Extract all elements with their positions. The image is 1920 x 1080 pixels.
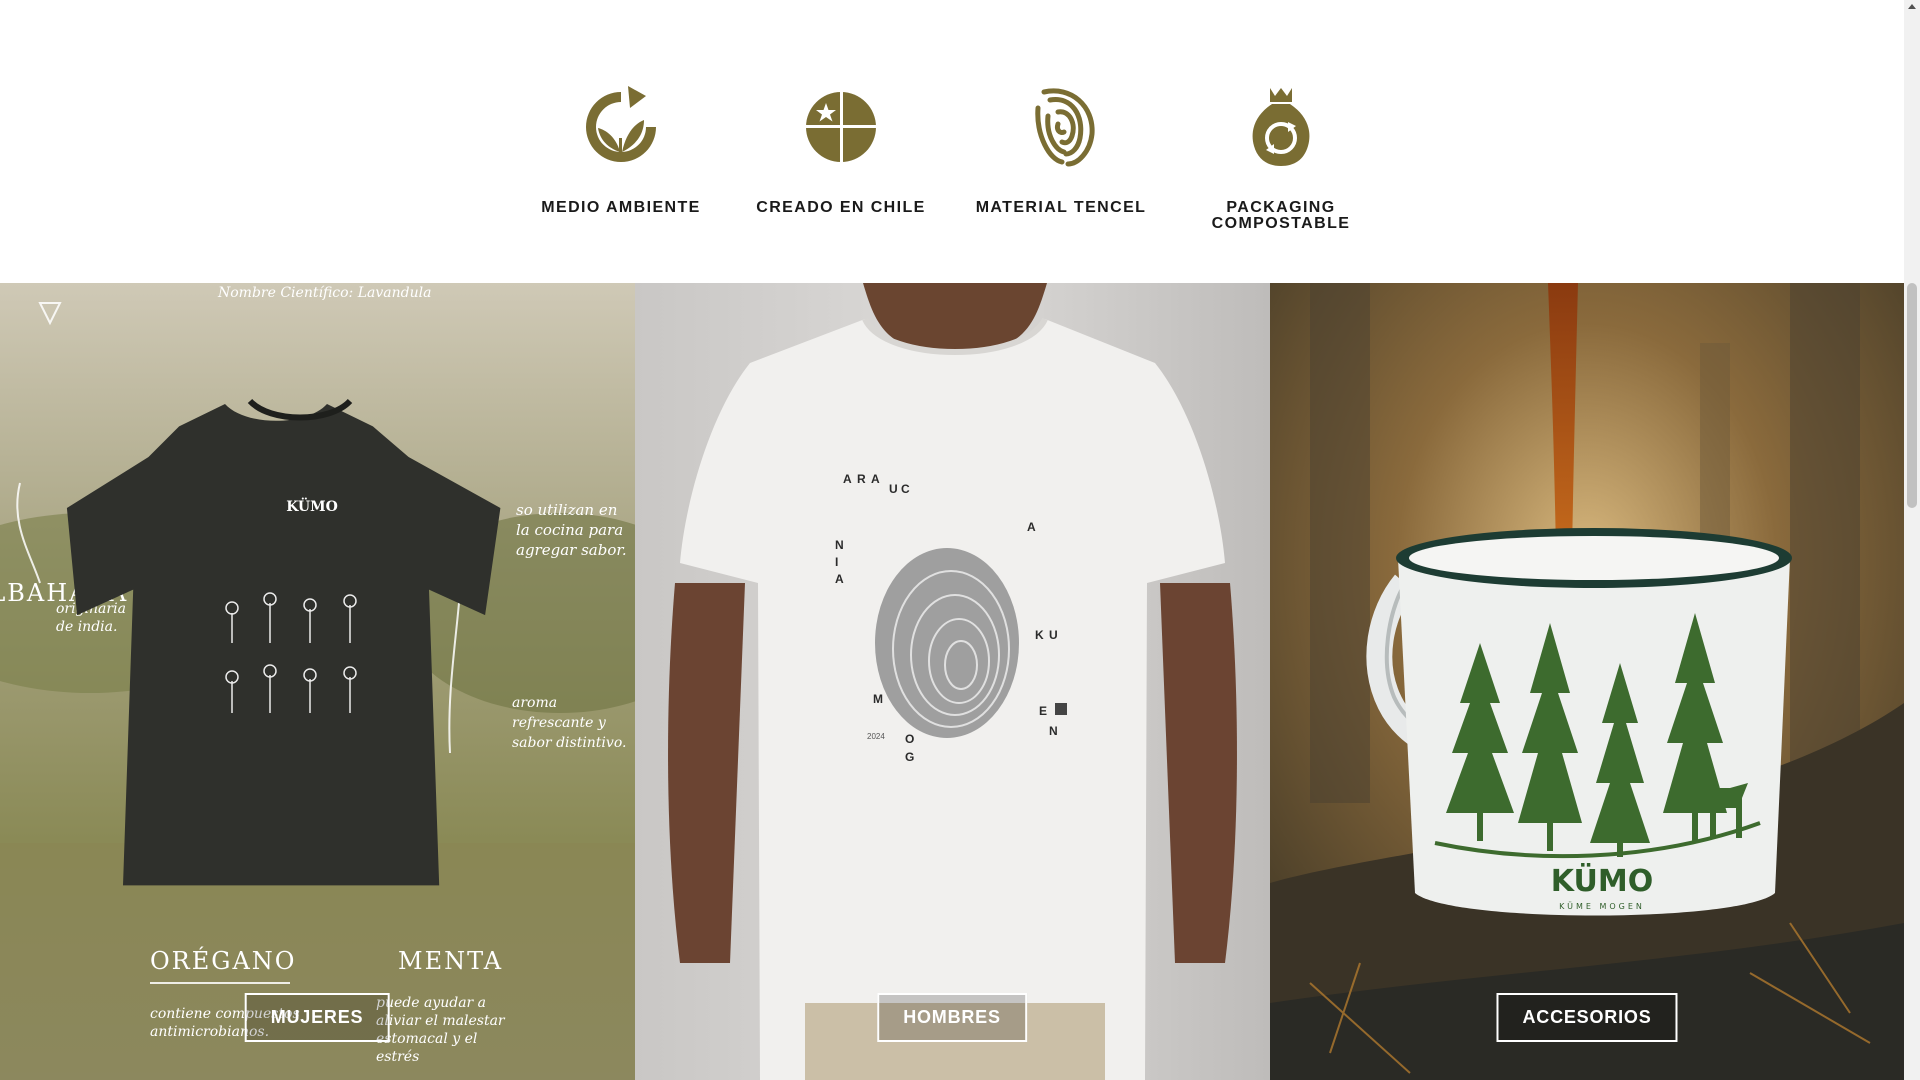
- feature-packaging-compostable: PACKAGING COMPOSTABLE: [1181, 82, 1381, 232]
- tree-letter-m: M: [873, 692, 883, 706]
- feature-label: PACKAGING COMPOSTABLE: [1211, 199, 1351, 232]
- herb-note-8: sabor distintivo.: [512, 735, 626, 751]
- herb-note-1: so utilizan en: [516, 501, 617, 519]
- herb-name-menta: MENTA: [398, 947, 503, 975]
- feature-material-tencel: MATERIAL TENCEL: [961, 82, 1161, 216]
- mug-tagline: KÜME MOGEN: [1559, 901, 1645, 911]
- tree-letter-n2: N: [1049, 724, 1058, 738]
- category-button-accesorios[interactable]: ACCESORIOS: [1496, 993, 1678, 1042]
- herb-note-7: refrescante y: [512, 715, 607, 731]
- feature-label: CREADO EN CHILE: [756, 199, 926, 216]
- category-grid: Nombre Científico: Lavandula so utilizan…: [0, 283, 1904, 1080]
- tree-letter-a3: A: [1027, 520, 1036, 534]
- mug-brand: KÜMO: [1551, 862, 1653, 899]
- tree-letter-e: E: [1039, 704, 1047, 718]
- category-button-mujeres[interactable]: MUJERES: [244, 993, 390, 1042]
- scrollbar-thumb[interactable]: [1907, 283, 1917, 508]
- feature-creado-en-chile: CREADO EN CHILE: [741, 82, 941, 216]
- tree-letter-c: C: [901, 482, 910, 496]
- category-button-hombres[interactable]: HOMBRES: [877, 993, 1027, 1042]
- compost-bag-icon: [1252, 88, 1310, 166]
- tree-letter-n: N: [835, 538, 844, 552]
- hombres-photo: A R A U C A N I A K U M O G E N 2024: [635, 283, 1270, 1080]
- chile-flag-icon: [806, 92, 876, 162]
- tree-letter-g: G: [905, 750, 914, 764]
- mujeres-photo: Nombre Científico: Lavandula so utilizan…: [0, 283, 635, 1080]
- herb-note-12: aliviar el malestar: [376, 1013, 506, 1029]
- herb-scientific-text: Nombre Científico: Lavandula: [217, 285, 431, 301]
- category-hombres[interactable]: A R A U C A N I A K U M O G E N 2024 HOM…: [635, 283, 1270, 1080]
- category-accesorios[interactable]: KÜMO KÜME MOGEN ACCESORIOS: [1270, 283, 1904, 1080]
- leaf-recycle-icon: [586, 86, 656, 162]
- tree-letter-a2: A: [871, 472, 880, 486]
- page-scrollbar[interactable]: [1904, 0, 1920, 1080]
- tree-letter-u: U: [889, 482, 898, 496]
- herb-note-14: estrés: [376, 1049, 419, 1065]
- tree-letter-k: K: [1035, 628, 1044, 642]
- features-strip: MEDIO AMBIENTE CREADO EN CHILE MATERIAL …: [0, 0, 1904, 283]
- herb-note-13: estomacal y el: [376, 1031, 477, 1047]
- herb-note-5: de india.: [56, 619, 117, 635]
- tree-letter-r: R: [857, 472, 866, 486]
- category-mujeres[interactable]: Nombre Científico: Lavandula so utilizan…: [0, 283, 635, 1080]
- herb-note-3: agregar sabor.: [516, 541, 627, 559]
- feature-label: MEDIO AMBIENTE: [541, 199, 701, 216]
- herb-note-11: puede ayudar a: [376, 995, 486, 1011]
- page: MEDIO AMBIENTE CREADO EN CHILE MATERIAL …: [0, 0, 1904, 1080]
- scroll-up-arrow-icon[interactable]: [1908, 4, 1916, 9]
- herb-note-6: aroma: [512, 695, 557, 711]
- fingerprint-icon: [1035, 88, 1095, 167]
- accesorios-photo: KÜMO KÜME MOGEN: [1270, 283, 1904, 1080]
- feature-medio-ambiente: MEDIO AMBIENTE: [521, 82, 721, 216]
- tree-year: 2024: [867, 732, 885, 741]
- tree-letter-u2: U: [1049, 628, 1058, 642]
- herb-name-oregano: ORÉGANO: [150, 946, 296, 975]
- tree-letter-i: I: [835, 555, 838, 569]
- feature-label: MATERIAL TENCEL: [975, 199, 1147, 216]
- tree-letter-o: O: [905, 732, 914, 746]
- tshirt-brand: KÜMO: [286, 496, 338, 515]
- tree-letter-a1: A: [843, 472, 856, 486]
- tree-letter-a4: A: [835, 572, 844, 586]
- herb-note-2: la cocina para: [516, 521, 623, 539]
